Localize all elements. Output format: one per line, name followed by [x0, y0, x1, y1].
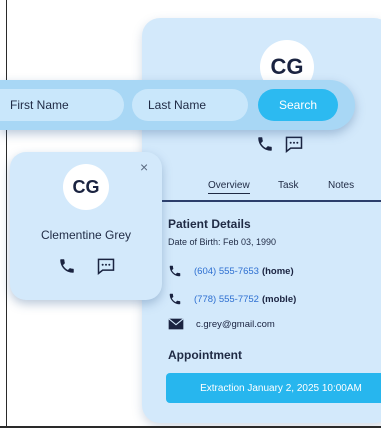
patient-summary-card: × CG Clementine Grey — [10, 152, 162, 300]
tab-notes[interactable]: Notes — [328, 180, 354, 191]
appointment-button-label: Extraction January 2, 2025 10:00AM — [200, 382, 362, 394]
phone-icon — [168, 264, 182, 278]
tab-overview[interactable]: Overview — [208, 180, 250, 194]
search-button[interactable]: Search — [258, 89, 338, 121]
search-button-label: Search — [278, 98, 318, 112]
last-name-field[interactable]: Last Name — [132, 89, 248, 121]
frame-left-border — [6, 0, 7, 428]
patient-detail-card: CG Overview Task Notes Patient Details D… — [142, 18, 381, 423]
date-of-birth: Date of Birth: Feb 03, 1990 — [168, 237, 277, 247]
phone-number-mobile[interactable]: (778) 555-7752 — [194, 294, 259, 305]
first-name-label: First Name — [10, 98, 69, 112]
phone-row-home: (604) 555-7653 (home) — [168, 264, 294, 278]
patient-avatar-initials: CG — [270, 54, 304, 79]
phone-icon — [168, 292, 182, 306]
email-row: c.grey@gmail.com — [168, 318, 275, 330]
phone-icon[interactable] — [256, 135, 274, 153]
email-address[interactable]: c.grey@gmail.com — [196, 319, 275, 330]
first-name-field[interactable]: First Name — [0, 89, 124, 121]
appointment-title: Appointment — [168, 348, 242, 362]
last-name-label: Last Name — [148, 98, 207, 112]
patient-tabs: Overview Task Notes — [162, 176, 381, 202]
patient-details-title: Patient Details — [168, 217, 251, 231]
patient-search-bar: First Name Last Name Search — [0, 80, 355, 130]
message-icon[interactable] — [96, 256, 116, 276]
phone-number-home[interactable]: (604) 555-7653 — [194, 266, 259, 277]
phone-type-home: (home) — [261, 265, 294, 277]
envelope-icon — [168, 318, 184, 330]
summary-avatar-initials: CG — [72, 176, 100, 197]
phone-type-mobile: (moble) — [261, 293, 297, 305]
summary-avatar: CG — [63, 164, 109, 210]
phone-row-mobile: (778) 555-7752 (moble) — [168, 292, 296, 306]
tab-task[interactable]: Task — [278, 180, 299, 191]
appointment-button[interactable]: Extraction January 2, 2025 10:00AM — [166, 373, 381, 403]
summary-contact-actions — [58, 256, 116, 276]
message-icon[interactable] — [284, 134, 304, 154]
close-icon[interactable]: × — [140, 160, 148, 174]
phone-icon[interactable] — [58, 257, 76, 275]
patient-name: Clementine Grey — [40, 228, 132, 242]
patient-contact-actions — [256, 134, 304, 154]
